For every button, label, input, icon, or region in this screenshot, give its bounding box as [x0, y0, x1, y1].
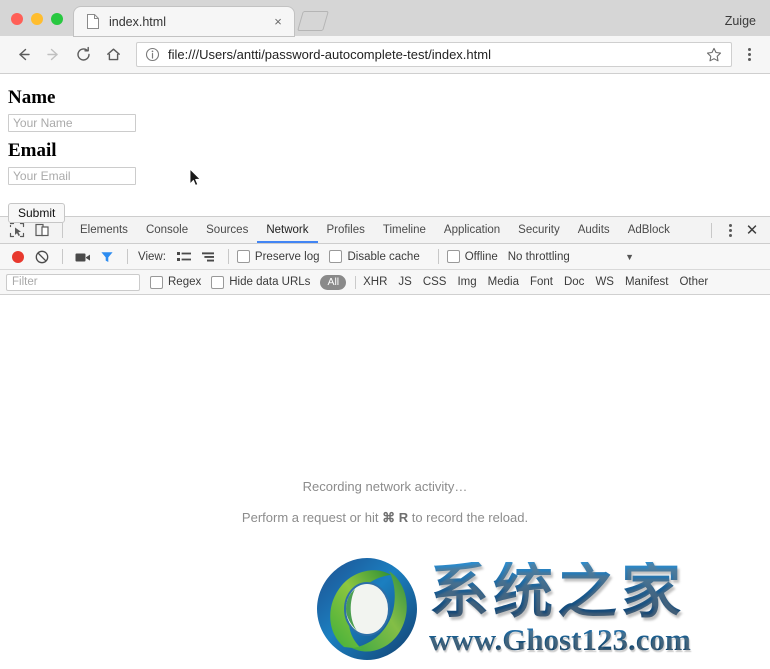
close-window-button[interactable] [11, 13, 23, 25]
star-icon[interactable] [705, 46, 723, 64]
tab-title: index.html [109, 14, 166, 29]
checkbox-box [236, 250, 250, 263]
network-controls-row: View: Preserve log Disable cache Offline… [0, 244, 770, 270]
watermark-url: www.Ghost123.com [429, 623, 766, 657]
checkbox-box [446, 250, 460, 263]
name-field-label: Name [8, 87, 56, 108]
address-bar[interactable]: file:///Users/antti/password-autocomplet… [136, 42, 732, 67]
filter-type-font[interactable]: Font [530, 276, 553, 288]
checkbox-box [211, 275, 225, 289]
info-circle-icon[interactable] [145, 47, 160, 62]
toolbar-divider [62, 222, 63, 238]
filter-input[interactable]: Filter [6, 273, 140, 291]
preserve-log-label: Preserve log [254, 250, 320, 263]
filter-type-all[interactable]: All [320, 274, 347, 290]
filter-type-other[interactable]: Other [679, 276, 708, 288]
filter-type-js[interactable]: JS [398, 276, 411, 288]
network-empty-state: Recording network activity… Perform a re… [0, 479, 770, 526]
kebab-menu-icon[interactable] [738, 42, 760, 68]
page-viewport: Name Your Name Email Your Email Submit [0, 74, 770, 223]
toolbar-divider [355, 275, 357, 289]
minimize-window-button[interactable] [31, 13, 43, 25]
filter-type-img[interactable]: Img [457, 276, 476, 288]
toolbar-divider [127, 249, 128, 264]
address-bar-url: file:///Users/antti/password-autocomplet… [168, 47, 491, 62]
offline-label: Offline [464, 250, 498, 263]
document-icon [86, 14, 100, 29]
new-tab-button[interactable] [297, 11, 330, 33]
email-input[interactable]: Your Email [8, 166, 136, 185]
filter-type-xhr[interactable]: XHR [363, 276, 387, 288]
network-request-list: Recording network activity… Perform a re… [0, 295, 770, 669]
preserve-log-checkbox[interactable]: Preserve log [236, 250, 320, 263]
empty-state-prefix: Perform a request or hit [241, 510, 383, 525]
network-filter-row: Filter Regex Hide data URLs All XHR JS C… [0, 270, 770, 295]
close-tab-button[interactable]: × [270, 14, 286, 30]
maximize-window-button[interactable] [51, 13, 63, 25]
profile-name-label[interactable]: Zuige [725, 14, 756, 28]
window-traffic-lights [0, 13, 72, 36]
email-field-label: Email [8, 139, 57, 161]
view-label: View: [138, 250, 166, 263]
browser-toolbar: file:///Users/antti/password-autocomplet… [0, 36, 770, 74]
toolbar-divider [437, 249, 439, 264]
browser-tab[interactable]: index.html × [74, 7, 294, 36]
filter-type-manifest[interactable]: Manifest [625, 276, 668, 288]
watermark-chinese-title: 系统之家 [429, 562, 766, 622]
submit-button[interactable]: Submit [8, 202, 66, 223]
empty-state-primary-text: Recording network activity… [302, 479, 468, 494]
record-button-icon[interactable] [6, 245, 30, 269]
home-button[interactable] [100, 42, 126, 68]
empty-state-secondary-text: Perform a request or hit ⌘ R to record t… [0, 510, 770, 526]
toolbar-divider [227, 249, 229, 264]
browser-window: index.html × Zuige file:///Users/antti/p… [0, 0, 770, 669]
list-view-icon[interactable] [172, 245, 196, 269]
regex-checkbox[interactable]: Regex [150, 275, 202, 289]
camera-icon[interactable] [71, 245, 95, 269]
toolbar-divider [711, 222, 712, 238]
tab-strip: index.html × Zuige [0, 0, 770, 36]
clear-icon[interactable] [30, 245, 54, 269]
watermark-text: 系统之家 www.Ghost123.com [429, 562, 766, 657]
empty-state-suffix: to record the reload. [408, 510, 529, 525]
toolbar-divider [62, 249, 63, 264]
back-button[interactable] [10, 42, 36, 68]
ghost123-watermark: 系统之家 www.Ghost123.com [311, 549, 766, 669]
devtools-panel: Elements Console Sources Network Profile… [0, 216, 770, 669]
forward-button[interactable] [40, 42, 66, 68]
name-input[interactable]: Your Name [8, 113, 136, 132]
mouse-pointer-icon [189, 168, 202, 187]
regex-label: Regex [168, 276, 202, 288]
disable-cache-checkbox[interactable]: Disable cache [329, 250, 420, 263]
disable-cache-label: Disable cache [347, 250, 420, 263]
checkbox-box [329, 250, 343, 263]
throttling-value: No throttling [507, 250, 570, 263]
hide-data-urls-label: Hide data URLs [229, 276, 311, 288]
reload-button[interactable] [70, 42, 96, 68]
ghost123-logo-icon [311, 555, 423, 663]
funnel-icon[interactable] [95, 245, 119, 269]
throttling-dropdown[interactable]: No throttling ▼ [508, 251, 764, 263]
filter-type-doc[interactable]: Doc [564, 276, 584, 288]
checkbox-box [150, 275, 163, 289]
hide-data-urls-checkbox[interactable]: Hide data URLs [211, 275, 311, 289]
filter-type-media[interactable]: Media [488, 276, 519, 288]
chevron-down-icon: ▼ [625, 251, 634, 262]
empty-state-shortcut: ⌘ R [382, 510, 409, 525]
offline-checkbox[interactable]: Offline [446, 250, 498, 263]
waterfall-view-icon[interactable] [196, 245, 220, 269]
filter-type-css[interactable]: CSS [423, 276, 447, 288]
filter-type-ws[interactable]: WS [595, 276, 614, 288]
